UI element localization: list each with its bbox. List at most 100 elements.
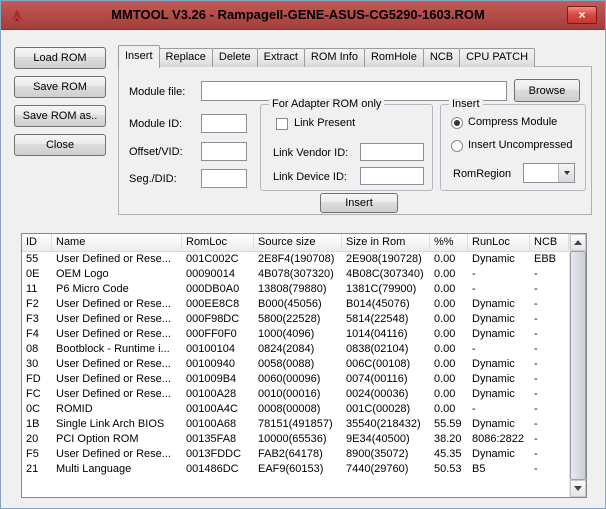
tab-ncb[interactable]: NCB xyxy=(422,48,461,67)
table-cell-ncb: - xyxy=(534,298,538,310)
vertical-scrollbar[interactable] xyxy=(569,234,586,497)
table-cell-id: 20 xyxy=(26,433,39,445)
link-device-id-input[interactable] xyxy=(360,167,424,185)
table-cell-source-size: B000(45056) xyxy=(258,298,322,310)
browse-button[interactable]: Browse xyxy=(514,79,580,102)
tab-cpu-patch[interactable]: CPU PATCH xyxy=(459,48,536,67)
table-cell-source-size: 0010(00016) xyxy=(258,388,321,400)
table-cell-source-size: 4B078(307320) xyxy=(258,268,334,280)
link-present-checkbox[interactable] xyxy=(276,118,288,130)
tab-delete[interactable]: Delete xyxy=(211,48,258,67)
column-header-romloc[interactable]: RomLoc xyxy=(182,234,254,251)
window-close-button[interactable]: × xyxy=(567,6,597,24)
table-cell-id: F4 xyxy=(26,328,39,340)
table-row[interactable]: 55 User Defined or Rese... 001C002C 2E8F4(1… xyxy=(22,252,569,267)
app-icon[interactable] xyxy=(9,7,25,23)
table-row[interactable]: 11 P6 Micro Code 000DB0A0 13808(79880) 1381C… xyxy=(22,282,569,297)
adapter-rom-group: For Adapter ROM only Link Present Link V… xyxy=(260,98,433,191)
tab-rom-info[interactable]: ROM Info xyxy=(303,48,365,67)
table-cell-id: F3 xyxy=(26,313,39,325)
table-cell-size-in-rom: 1381C(79900) xyxy=(346,283,417,295)
close-button[interactable]: Close xyxy=(14,134,106,156)
rom-region-select[interactable] xyxy=(523,163,575,183)
tab-replace[interactable]: Replace xyxy=(158,48,213,67)
table-cell-name: User Defined or Rese... xyxy=(56,328,171,340)
load-rom-button[interactable]: Load ROM xyxy=(14,47,106,69)
scroll-up-button[interactable] xyxy=(570,234,586,251)
table-cell-romloc: 00090014 xyxy=(186,268,235,280)
table-cell-name: User Defined or Rese... xyxy=(56,313,171,325)
offset-vid-label: Offset/VID: xyxy=(129,146,183,158)
table-cell-id: F5 xyxy=(26,448,39,460)
table-row[interactable]: F3 User Defined or Rese... 000F98DC 5800(22… xyxy=(22,312,569,327)
save-rom-button[interactable]: Save ROM xyxy=(14,76,106,98)
save-rom-as-button[interactable]: Save ROM as.. xyxy=(14,105,106,127)
table-cell-size-in-rom: 0838(02104) xyxy=(346,343,409,355)
column-header-id[interactable]: ID xyxy=(22,234,52,251)
table-cell-size-in-rom: 006C(00108) xyxy=(346,358,411,370)
table-body: 55 User Defined or Rese... 001C002C 2E8F4(1… xyxy=(22,252,569,497)
table-cell-name: User Defined or Rese... xyxy=(56,298,171,310)
insert-options-group-title: Insert xyxy=(449,98,483,111)
table-row[interactable]: 21 Multi Language 001486DC EAF9(60153) 7440(… xyxy=(22,462,569,477)
table-cell-runloc: Dynamic xyxy=(472,373,515,385)
table-cell-runloc: Dynamic xyxy=(472,448,515,460)
seg-did-input[interactable] xyxy=(201,169,247,188)
table-row[interactable]: F5 User Defined or Rese... 0013FDDC FAB2(64… xyxy=(22,447,569,462)
column-header-size-in-rom[interactable]: Size in Rom xyxy=(342,234,430,251)
tab-strip: Insert Replace Delete Extract ROM Info R… xyxy=(118,45,536,68)
module-file-label: Module file: xyxy=(129,86,186,98)
table-cell-ncb: - xyxy=(534,373,538,385)
title-bar[interactable]: MMTOOL V3.26 - RampageII-GENE-ASUS-CG529… xyxy=(1,1,605,30)
table-cell-ncb: - xyxy=(534,418,538,430)
table-row[interactable]: F2 User Defined or Rese... 000EE8C8 B000(45… xyxy=(22,297,569,312)
insert-button[interactable]: Insert xyxy=(320,193,398,213)
table-row[interactable]: F4 User Defined or Rese... 000FF0F0 1000(40… xyxy=(22,327,569,342)
column-header-name[interactable]: Name xyxy=(52,234,182,251)
table-header: ID Name RomLoc Source size Size in Rom%% RunL… xyxy=(22,234,569,252)
table-cell-runloc: Dynamic xyxy=(472,418,515,430)
table-row[interactable]: FC User Defined or Rese... 00100A28 0010(00… xyxy=(22,387,569,402)
table-cell-size-in-rom: 9E34(40500) xyxy=(346,433,410,445)
table-row[interactable]: 0C ROMID 00100A4C 0008(00008) 001C(00028) 0.0… xyxy=(22,402,569,417)
table-cell-name: User Defined or Rese... xyxy=(56,358,171,370)
insert-uncompressed-radio[interactable] xyxy=(451,140,463,152)
module-id-input[interactable] xyxy=(201,114,247,133)
table-cell-romloc: 00100A4C xyxy=(186,403,238,415)
column-header-runloc[interactable]: RunLoc xyxy=(468,234,530,251)
table-row[interactable]: FD User Defined or Rese... 001009B4 0060(00… xyxy=(22,372,569,387)
compress-module-label: Compress Module xyxy=(468,116,558,128)
dropdown-arrow-icon[interactable] xyxy=(558,164,574,182)
table-cell-size-in-rom: 0024(00036) xyxy=(346,388,409,400)
compress-module-radio[interactable] xyxy=(451,117,463,129)
table-cell-source-size: 0058(0088) xyxy=(258,358,315,370)
table-row[interactable]: 20 PCI Option ROM 00135FA8 10000(65536) 9E34… xyxy=(22,432,569,447)
column-header-ncb[interactable]: NCB xyxy=(530,234,569,251)
column-header-source-size[interactable]: Source size xyxy=(254,234,342,251)
column-header-percent[interactable]: %% xyxy=(430,234,468,251)
link-vendor-id-input[interactable] xyxy=(360,143,424,161)
table-row[interactable]: 08 Bootblock - Runtime i... 00100104 0824(2… xyxy=(22,342,569,357)
tab-insert[interactable]: Insert xyxy=(118,45,160,68)
table-cell-runloc: Dynamic xyxy=(472,298,515,310)
table-cell-runloc: - xyxy=(472,343,476,355)
offset-vid-input[interactable] xyxy=(201,142,247,161)
table-cell-percent: 0.00 xyxy=(434,283,456,295)
table-row[interactable]: 1B Single Link Arch BIOS 00100A68 78151(491… xyxy=(22,417,569,432)
table-cell-source-size: 0008(00008) xyxy=(258,403,321,415)
table-cell-size-in-rom: 2E908(190728) xyxy=(346,253,422,265)
tab-romhole[interactable]: RomHole xyxy=(363,48,424,67)
tab-extract[interactable]: Extract xyxy=(256,48,305,67)
scroll-down-button[interactable] xyxy=(570,480,586,497)
table-cell-percent: 0.00 xyxy=(434,343,456,355)
table-cell-ncb: - xyxy=(534,448,538,460)
table-cell-percent: 0.00 xyxy=(434,373,456,385)
table-row[interactable]: 30 User Defined or Rese... 00100940 0058(00… xyxy=(22,357,569,372)
table-cell-romloc: 001486DC xyxy=(186,463,239,475)
table-cell-name: Bootblock - Runtime i... xyxy=(56,343,170,355)
table-cell-name: P6 Micro Code xyxy=(56,283,129,295)
table-row[interactable]: 0E OEM Logo 00090014 4B078(307320) 4B08C(307… xyxy=(22,267,569,282)
table-cell-percent: 50.53 xyxy=(434,463,462,475)
scrollbar-thumb[interactable] xyxy=(570,251,586,480)
table-cell-romloc: 0013FDDC xyxy=(186,448,242,460)
